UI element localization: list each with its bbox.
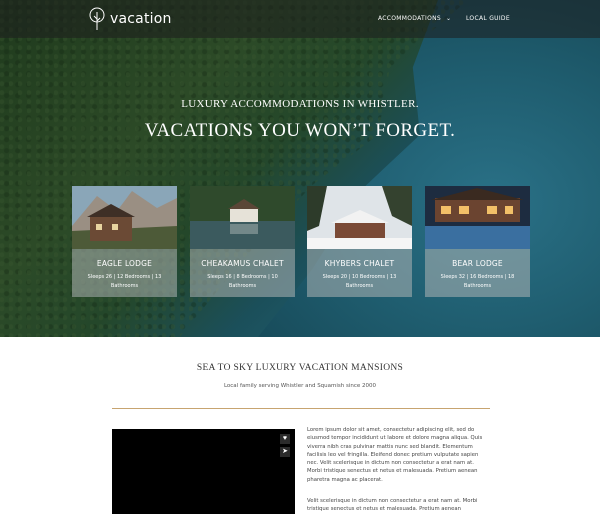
share-icon[interactable]: ➤: [280, 447, 290, 457]
hero-subtitle: LUXURY ACCOMMODATIONS IN WHISTLER.: [181, 98, 419, 110]
section-subtitle: Local family serving Whistler and Squami…: [223, 383, 377, 389]
nav-local-guide-label: LOCAL GUIDE: [466, 15, 510, 22]
property-name: EAGLE LODGE: [96, 259, 153, 268]
property-card-khybers-chalet[interactable]: KHYBERS CHALET Sleeps 20 | 10 Bedrooms |…: [307, 186, 412, 297]
property-name: CHEAKAMUS CHALET: [201, 259, 284, 268]
property-details: Sleeps 20 | 10 Bedrooms | 13 Bathrooms: [322, 274, 397, 289]
section-title: SEA TO SKY LUXURY VACATION MANSIONS: [196, 363, 404, 373]
property-name: KHYBERS CHALET: [324, 259, 395, 268]
video-player[interactable]: ♥ ➤: [112, 429, 295, 514]
intro-paragraph-2: Velit scelerisque in dictum non consecte…: [307, 498, 478, 513]
nav-accommodations-label: ACCOMMODATIONS: [378, 15, 441, 22]
nav-accommodations[interactable]: ACCOMMODATIONS ⌄: [378, 15, 451, 22]
property-name: BEAR LODGE: [452, 259, 503, 268]
top-navigation-bar: vacation ACCOMMODATIONS ⌄ LOCAL GUIDE: [0, 0, 600, 38]
section-divider: [112, 408, 490, 409]
heart-icon[interactable]: ♥: [280, 434, 290, 444]
property-details: Sleeps 16 | 8 Bedrooms | 10 Bathrooms: [207, 274, 278, 289]
property-card-eagle-lodge[interactable]: EAGLE LODGE Sleeps 26 | 12 Bedrooms | 13…: [72, 186, 177, 297]
hero-headline: VACATIONS YOU WON’T FORGET.: [144, 120, 456, 141]
property-photo: [190, 186, 295, 249]
intro-paragraph: Lorem ipsum dolor sit amet, consectetur …: [307, 427, 483, 483]
property-details: Sleeps 26 | 12 Bedrooms | 13 Bathrooms: [87, 274, 162, 289]
property-card-bear-lodge[interactable]: BEAR LODGE Sleeps 32 | 16 Bedrooms | 18 …: [425, 186, 530, 297]
property-details: Sleeps 32 | 16 Bedrooms | 18 Bathrooms: [440, 274, 515, 289]
chevron-down-icon: ⌄: [445, 15, 452, 22]
property-photo: [425, 186, 530, 249]
property-photo: [72, 186, 177, 249]
logo-text: vacation: [110, 11, 172, 27]
tree-logo-icon: [89, 7, 105, 30]
site-logo[interactable]: vacation: [88, 7, 172, 31]
nav-local-guide[interactable]: LOCAL GUIDE: [466, 15, 510, 22]
property-card-cheakamus-chalet[interactable]: CHEAKAMUS CHALET Sleeps 16 | 8 Bedrooms …: [190, 186, 295, 297]
property-photo: [307, 186, 412, 249]
